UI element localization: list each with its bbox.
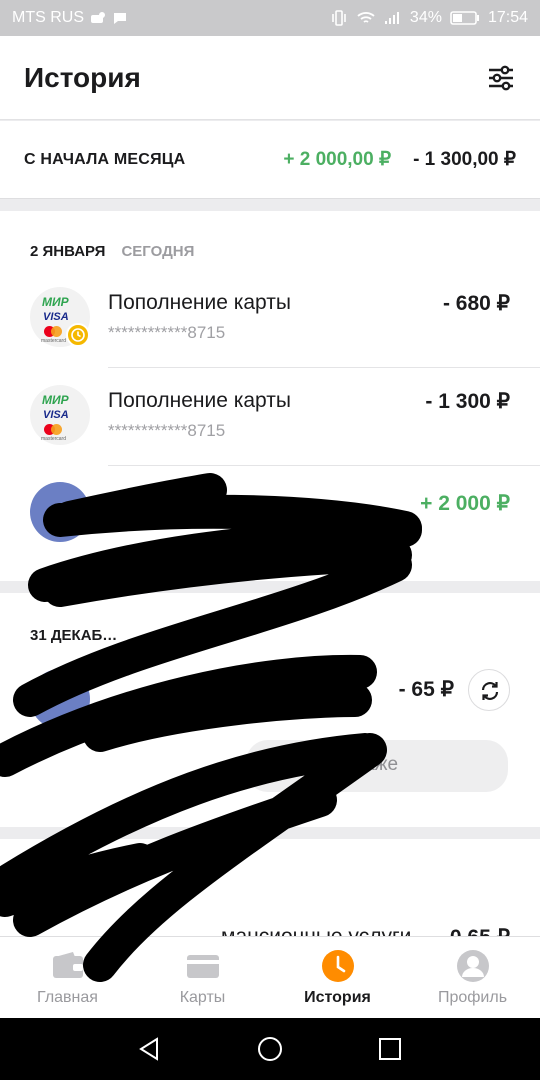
home-icon[interactable] [257, 1036, 283, 1062]
system-navigation-bar [0, 1018, 540, 1080]
status-right-group: 34% 17:54 [330, 9, 528, 27]
transaction-comment: …пление паже [246, 740, 508, 792]
mastercard-icon [44, 326, 62, 337]
refresh-icon [481, 682, 499, 700]
signal-icon [384, 12, 399, 24]
pending-clock-icon [66, 323, 90, 347]
mir-logo: МИР [42, 295, 69, 309]
wifi-icon [357, 12, 375, 23]
tab-label: Профиль [437, 989, 508, 1006]
recents-icon[interactable] [377, 1036, 403, 1062]
clock-icon [321, 950, 354, 982]
transaction-group: …мансионные услуги 0,65 ₽ [0, 839, 540, 949]
transaction-amount: - 680 ₽ [442, 292, 510, 315]
transaction-amount: - 65 ₽ [398, 678, 454, 701]
tab-label: Главная [37, 989, 98, 1006]
visa-logo: VISA [43, 409, 69, 421]
plus-icon: + [30, 482, 90, 542]
notification-icon [91, 12, 105, 23]
transaction-name: … [320, 677, 341, 700]
transaction-amount: - 1 300 ₽ [425, 390, 510, 413]
summary-label: С НАЧАЛА МЕСЯЦА [24, 150, 186, 168]
mastercard-label: mastercard [41, 338, 67, 344]
repeat-payment-button[interactable] [468, 669, 510, 711]
screen: MTS RUS 34% 17:54 История С НАЧАЛА МЕСЯЦ… [0, 0, 540, 1080]
group-relative-date: СЕГОДНЯ [121, 243, 195, 260]
transaction-icon [30, 669, 90, 729]
card-logo: МИР VISA mastercard [30, 385, 90, 445]
mir-logo: МИР [42, 393, 69, 407]
group-date-header: 2 ЯНВАРЯ СЕГОДНЯ [30, 243, 194, 260]
transaction-group-dec31: 31 ДЕКАБ… … - 65 ₽ …пление паже [0, 593, 540, 827]
summary-income: + 2 000,00 ₽ [283, 149, 392, 170]
tab-label: Карты [179, 989, 226, 1006]
battery-icon [450, 11, 479, 25]
group-date-header: 31 ДЕКАБ… [30, 627, 117, 644]
bottom-tab-bar: Главная Карты История Профиль [0, 936, 540, 1018]
wallet-icon [52, 952, 83, 978]
summary-expense: - 1 300,00 ₽ [413, 149, 516, 170]
back-icon[interactable] [137, 1036, 163, 1062]
tab-history[interactable]: История [270, 937, 405, 1018]
transaction-name: Пополнение карты [108, 389, 291, 412]
card-number: ************8715 [108, 323, 226, 342]
tab-label: История [304, 989, 371, 1006]
filter-button[interactable] [486, 63, 516, 93]
transaction-amount: + 2 000 ₽ [420, 492, 510, 515]
transaction-row[interactable]: … - 65 ₽ [0, 655, 540, 753]
person-icon [456, 950, 489, 982]
clock-time: 17:54 [487, 9, 528, 26]
mastercard-label: mastercard [41, 436, 67, 442]
card-number: ************8715 [108, 421, 226, 440]
card-logo: МИР VISA mastercard [30, 287, 90, 347]
month-summary: С НАЧАЛА МЕСЯЦА + 2 000,00 ₽ - 1 300,00 … [0, 121, 540, 199]
group-date: 2 ЯНВАРЯ [30, 243, 106, 260]
battery-percent: 34% [409, 9, 442, 26]
message-icon [114, 13, 126, 24]
mastercard-icon [44, 424, 62, 435]
transaction-group-today: 2 ЯНВАРЯ СЕГОДНЯ МИР VISA mastercard Попо… [0, 211, 540, 581]
transaction-name: С…ской ка… [108, 491, 236, 514]
status-carrier-group: MTS RUS [12, 9, 128, 27]
carrier-name: MTS RUS [12, 9, 84, 26]
tab-profile[interactable]: Профиль [405, 937, 540, 1018]
transaction-name: Пополнение карты [108, 291, 291, 314]
transaction-row[interactable]: + С…ской ка… + 2 000 ₽ [0, 465, 540, 563]
tab-home[interactable]: Главная [0, 937, 135, 1018]
page-title: История [24, 61, 141, 93]
card-icon [186, 955, 219, 978]
group-date: 31 ДЕКАБ… [30, 627, 118, 644]
visa-logo: VISA [43, 311, 69, 323]
filter-sliders-icon [489, 65, 513, 90]
transaction-row[interactable]: МИР VISA mastercard Пополнение карты ***… [0, 269, 540, 367]
transaction-row[interactable]: МИР VISA mastercard Пополнение карты ***… [0, 367, 540, 465]
tab-cards[interactable]: Карты [135, 937, 270, 1018]
status-bar: MTS RUS 34% 17:54 [0, 0, 540, 36]
vibrate-icon [332, 10, 346, 26]
app-header: История [0, 36, 540, 120]
